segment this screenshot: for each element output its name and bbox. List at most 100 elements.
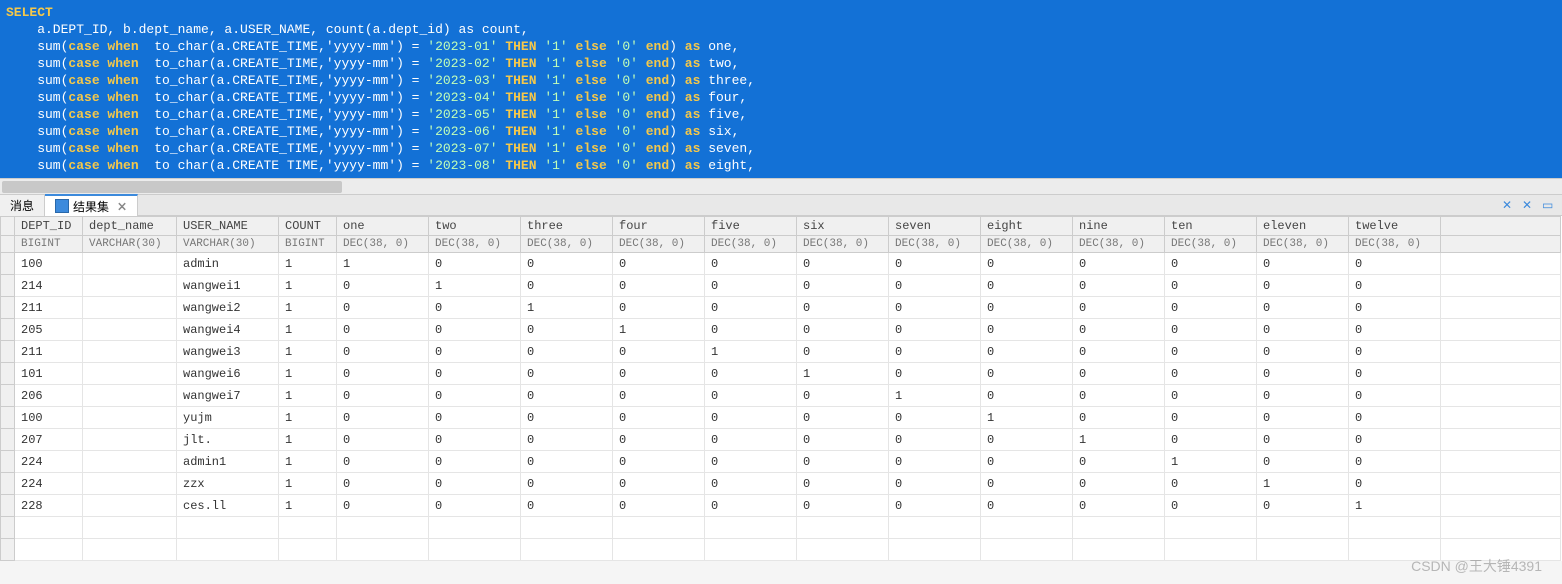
- cell[interactable]: 0: [521, 275, 613, 297]
- cell[interactable]: 0: [981, 319, 1073, 341]
- table-row[interactable]: 211wangwei21001000000000: [1, 297, 1561, 319]
- column-header[interactable]: one: [337, 217, 429, 236]
- cell[interactable]: 0: [1073, 451, 1165, 473]
- scrollbar-thumb[interactable]: [2, 181, 342, 193]
- cell[interactable]: 0: [613, 275, 705, 297]
- column-header[interactable]: eight: [981, 217, 1073, 236]
- cell[interactable]: 0: [1349, 341, 1441, 363]
- cell[interactable]: 0: [1257, 407, 1349, 429]
- cell[interactable]: 0: [1073, 495, 1165, 517]
- cell[interactable]: 0: [613, 451, 705, 473]
- table-row[interactable]: 101wangwei61000001000000: [1, 363, 1561, 385]
- row-handle[interactable]: [1, 495, 15, 517]
- cell[interactable]: 1: [279, 363, 337, 385]
- cell[interactable]: 0: [613, 473, 705, 495]
- cell[interactable]: [83, 297, 177, 319]
- cell[interactable]: 0: [1257, 297, 1349, 319]
- row-handle[interactable]: [1, 275, 15, 297]
- cell[interactable]: 207: [15, 429, 83, 451]
- cell[interactable]: yujm: [177, 407, 279, 429]
- cell[interactable]: wangwei7: [177, 385, 279, 407]
- cell[interactable]: 0: [429, 297, 521, 319]
- cell[interactable]: 0: [797, 473, 889, 495]
- cell[interactable]: 0: [1165, 275, 1257, 297]
- cell[interactable]: 228: [15, 495, 83, 517]
- column-header[interactable]: twelve: [1349, 217, 1441, 236]
- column-header[interactable]: eleven: [1257, 217, 1349, 236]
- cell[interactable]: wangwei2: [177, 297, 279, 319]
- cell[interactable]: 1: [279, 473, 337, 495]
- column-header[interactable]: dept_name: [83, 217, 177, 236]
- cell[interactable]: 1: [279, 341, 337, 363]
- tab-resultset[interactable]: 结果集⨯: [45, 194, 138, 217]
- row-handle[interactable]: [1, 429, 15, 451]
- cell[interactable]: 0: [429, 319, 521, 341]
- cell[interactable]: [83, 341, 177, 363]
- cell[interactable]: 0: [1257, 495, 1349, 517]
- cell[interactable]: 101: [15, 363, 83, 385]
- cell[interactable]: 0: [797, 341, 889, 363]
- cell[interactable]: 1: [797, 363, 889, 385]
- cell[interactable]: ces.ll: [177, 495, 279, 517]
- close-icon[interactable]: ⨯: [117, 199, 127, 213]
- cell[interactable]: 0: [889, 495, 981, 517]
- cell[interactable]: wangwei4: [177, 319, 279, 341]
- cell[interactable]: 1: [279, 297, 337, 319]
- cell[interactable]: 0: [981, 385, 1073, 407]
- row-handle[interactable]: [1, 341, 15, 363]
- expand-icon[interactable]: ✕: [1522, 198, 1536, 212]
- cell[interactable]: 0: [981, 495, 1073, 517]
- column-header[interactable]: ten: [1165, 217, 1257, 236]
- table-row[interactable]: 206wangwei71000000100000: [1, 385, 1561, 407]
- row-handle[interactable]: [1, 363, 15, 385]
- cell[interactable]: 0: [1073, 319, 1165, 341]
- row-handle[interactable]: [1, 451, 15, 473]
- cell[interactable]: 0: [521, 385, 613, 407]
- cell[interactable]: 0: [705, 319, 797, 341]
- column-header[interactable]: seven: [889, 217, 981, 236]
- cell[interactable]: [83, 451, 177, 473]
- cell[interactable]: 0: [429, 451, 521, 473]
- cell[interactable]: 0: [889, 341, 981, 363]
- cell[interactable]: 0: [1257, 363, 1349, 385]
- table-row[interactable]: 214wangwei11010000000000: [1, 275, 1561, 297]
- cell[interactable]: 1: [521, 297, 613, 319]
- cell[interactable]: 100: [15, 253, 83, 275]
- cell[interactable]: 1: [429, 275, 521, 297]
- cell[interactable]: 0: [797, 495, 889, 517]
- column-header[interactable]: five: [705, 217, 797, 236]
- cell[interactable]: 0: [797, 275, 889, 297]
- cell[interactable]: admin1: [177, 451, 279, 473]
- cell[interactable]: 0: [705, 451, 797, 473]
- cell[interactable]: [83, 407, 177, 429]
- cell[interactable]: 0: [797, 385, 889, 407]
- cell[interactable]: 0: [705, 363, 797, 385]
- row-handle[interactable]: [1, 407, 15, 429]
- cell[interactable]: 0: [889, 451, 981, 473]
- cell[interactable]: 1: [337, 253, 429, 275]
- column-header[interactable]: two: [429, 217, 521, 236]
- cell[interactable]: 0: [1073, 341, 1165, 363]
- cell[interactable]: 0: [613, 363, 705, 385]
- cell[interactable]: 1: [279, 275, 337, 297]
- table-row[interactable]: 100yujm1000000010000: [1, 407, 1561, 429]
- cell[interactable]: 0: [521, 451, 613, 473]
- cell[interactable]: 0: [429, 473, 521, 495]
- cell[interactable]: 1: [1349, 495, 1441, 517]
- row-handle[interactable]: [1, 253, 15, 275]
- cell[interactable]: 0: [429, 363, 521, 385]
- cell[interactable]: 0: [1257, 319, 1349, 341]
- cell[interactable]: 1: [1257, 473, 1349, 495]
- cell[interactable]: 1: [279, 319, 337, 341]
- editor-scrollbar[interactable]: [0, 178, 1562, 194]
- cell[interactable]: 0: [797, 253, 889, 275]
- cell[interactable]: 0: [1257, 385, 1349, 407]
- row-handle[interactable]: [1, 319, 15, 341]
- cell[interactable]: 211: [15, 341, 83, 363]
- cell[interactable]: 211: [15, 297, 83, 319]
- cell[interactable]: 0: [337, 363, 429, 385]
- cell[interactable]: 0: [1349, 253, 1441, 275]
- cell[interactable]: 0: [429, 429, 521, 451]
- cell[interactable]: 0: [981, 253, 1073, 275]
- row-handle[interactable]: [1, 473, 15, 495]
